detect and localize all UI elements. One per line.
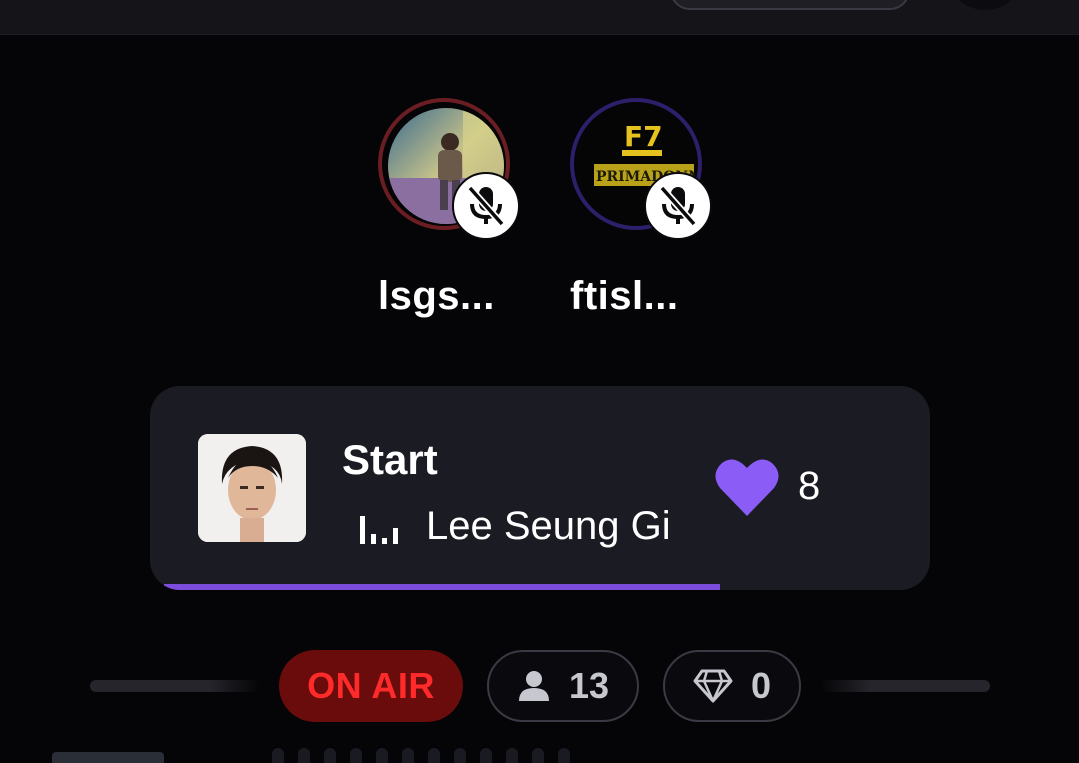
speaker-1-name: lsgs... (378, 274, 495, 318)
diamond-icon (693, 669, 733, 703)
listeners-chip[interactable]: 13 (487, 650, 639, 722)
now-playing-card[interactable]: Start Lee Seung Gi 8 (150, 386, 930, 590)
listeners-count: 13 (568, 665, 610, 706)
top-bar (0, 0, 1079, 35)
top-bar-profile-button[interactable] (946, 0, 1024, 10)
chat-message-peek (272, 748, 672, 763)
equalizer-icon (360, 516, 398, 544)
track-artist: Lee Seung Gi (426, 504, 671, 548)
divider-right (820, 680, 990, 692)
mic-muted-icon (452, 172, 520, 240)
track-progress-bar[interactable] (164, 584, 916, 590)
speaker-2-name: ftisl... (570, 274, 679, 318)
gems-count: 0 (750, 665, 772, 706)
audio-room-screen: lsgs... F7 PRIMADONNA (0, 0, 1079, 763)
mic-muted-icon (644, 172, 712, 240)
svg-text:F7: F7 (624, 120, 663, 153)
album-art (198, 434, 306, 542)
top-bar-pill-button[interactable] (670, 0, 910, 10)
on-air-badge: ON AIR (279, 650, 463, 722)
heart-icon[interactable] (714, 456, 780, 518)
gems-chip[interactable]: 0 (663, 650, 801, 722)
track-title: Start (342, 436, 438, 483)
divider-left (90, 680, 260, 692)
track-progress-fill (164, 584, 721, 590)
user-icon (518, 671, 549, 701)
chat-avatar-peek (52, 752, 164, 763)
like-count: 8 (798, 464, 821, 508)
